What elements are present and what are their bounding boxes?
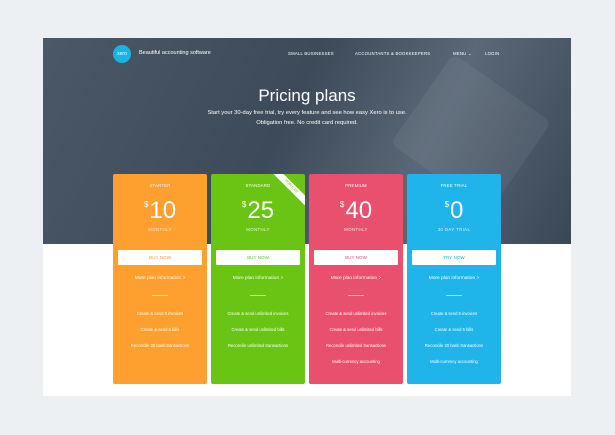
feature-item: Reconcile unlimited transactions <box>325 343 387 348</box>
hero-subtitle-line2: Obligation free. No credit card required… <box>256 120 358 126</box>
feature-item: Create & send unlimited invoices <box>227 311 289 316</box>
feature-item: Create & send unlimited invoices <box>325 311 387 316</box>
divider <box>446 295 462 296</box>
nav-login[interactable]: LOGIN <box>485 51 499 56</box>
currency-symbol: $ <box>339 200 345 209</box>
plan-price: $25 <box>211 197 305 225</box>
plan-name: PREMIUM <box>345 183 367 188</box>
plan-name: STARTER <box>149 183 171 188</box>
hero-subtitle-line1: Start your 30-day free trial, try every … <box>207 110 407 116</box>
feature-item: Multi-currency accounting <box>430 359 478 364</box>
nav-menu[interactable]: MENU ⌄ <box>453 51 472 57</box>
price-amount: 25 <box>247 197 275 224</box>
price-amount: 40 <box>345 197 373 224</box>
plan-price: $10 <box>113 197 207 225</box>
feature-item: Reconcile 20 bank transactions <box>130 343 190 348</box>
plan-period: MONTHLY <box>344 227 368 232</box>
xero-logo-icon[interactable]: xero <box>113 45 131 63</box>
feature-item: Create & send 5 bills <box>434 327 474 332</box>
nav-accountants-bookkeepers[interactable]: ACCOUNTANTS & BOOKKEEPERS <box>355 51 430 56</box>
divider <box>250 295 266 296</box>
plan-card-premium: PREMIUM $40 MONTHLY BUY NOW More plan in… <box>309 174 403 384</box>
buy-now-button[interactable]: BUY NOW <box>216 250 300 265</box>
price-amount: 10 <box>149 197 177 224</box>
try-now-button[interactable]: TRY NOW <box>412 250 496 265</box>
buy-now-button[interactable]: BUY NOW <box>314 250 398 265</box>
currency-symbol: $ <box>143 200 149 209</box>
feature-item: Reconcile 20 bank transactions <box>424 343 484 348</box>
plan-period: 30 DAY TRIAL <box>437 227 471 232</box>
currency-symbol: $ <box>444 200 450 209</box>
page-title: Pricing plans <box>258 86 356 105</box>
page-frame: xero Beautiful accounting software SMALL… <box>43 38 571 396</box>
plan-period: MONTHLY <box>246 227 270 232</box>
feature-item: Create & send unlimited bills <box>231 327 285 332</box>
plan-card-standard: POPULAR STANDARD $25 MONTHLY BUY NOW Mor… <box>211 174 305 384</box>
nav-small-businesses[interactable]: SMALL BUSINESSES <box>288 51 334 56</box>
feature-item: Reconcile unlimited transactions <box>227 343 289 348</box>
plan-price: $0 <box>407 197 501 225</box>
currency-symbol: $ <box>241 200 247 209</box>
more-plan-info-link[interactable]: More plan information > <box>211 276 305 281</box>
divider <box>348 295 364 296</box>
plan-price: $40 <box>309 197 403 225</box>
feature-item: Create & send unlimited bills <box>329 327 383 332</box>
plan-card-starter: STARTER $10 MONTHLY BUY NOW More plan in… <box>113 174 207 384</box>
tagline: Beautiful accounting software <box>139 50 211 56</box>
more-plan-info-link[interactable]: More plan information > <box>113 276 207 281</box>
price-amount: 0 <box>450 197 464 224</box>
more-plan-info-link[interactable]: More plan information > <box>407 276 501 281</box>
feature-item: Multi-currency accounting <box>332 359 380 364</box>
feature-item: Create & send 5 bills <box>140 327 180 332</box>
feature-item: Create & send 5 invoices <box>430 311 478 316</box>
more-plan-info-link[interactable]: More plan information > <box>309 276 403 281</box>
plan-name: FREE TRIAL <box>440 183 468 188</box>
feature-item: Create & send 5 invoices <box>136 311 184 316</box>
plan-period: MONTHLY <box>148 227 172 232</box>
buy-now-button[interactable]: BUY NOW <box>118 250 202 265</box>
plan-name: STANDARD <box>245 183 271 188</box>
divider <box>152 295 168 296</box>
plan-card-free-trial: FREE TRIAL $0 30 DAY TRIAL TRY NOW More … <box>407 174 501 384</box>
